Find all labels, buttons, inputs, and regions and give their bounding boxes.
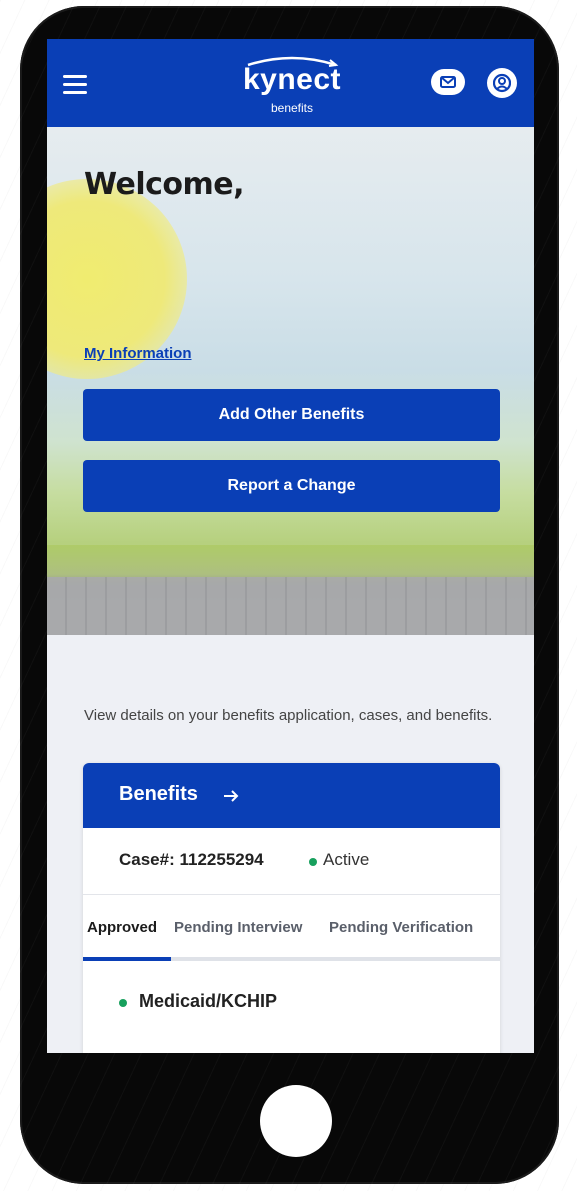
welcome-heading: Welcome,	[84, 167, 245, 202]
add-other-benefits-button[interactable]: Add Other Benefits	[83, 389, 500, 441]
paving-illustration	[47, 577, 534, 635]
tab-approved[interactable]: Approved	[87, 919, 157, 936]
benefit-status-tabs: Approved Pending Interview Pending Verif…	[83, 895, 500, 963]
welcome-hero: Welcome, My Information Add Other Benefi…	[47, 127, 534, 635]
report-a-change-button[interactable]: Report a Change	[83, 460, 500, 512]
mail-icon[interactable]	[431, 69, 465, 95]
menu-icon[interactable]	[63, 75, 87, 94]
benefits-description: View details on your benefits applicatio…	[84, 707, 493, 724]
benefits-card-header[interactable]: Benefits	[83, 763, 500, 828]
tab-active-indicator	[83, 957, 171, 961]
user-icon[interactable]	[487, 68, 517, 98]
case-status: Active	[323, 850, 370, 869]
my-information-link[interactable]: My Information	[84, 345, 192, 362]
benefits-card: Benefits Case#: 112255294 Active Approve…	[83, 763, 500, 1053]
tab-pending-interview[interactable]: Pending Interview	[174, 919, 302, 936]
benefits-card-title: Benefits	[119, 783, 198, 805]
status-dot-icon	[119, 999, 127, 1007]
case-number: Case#: 112255294	[119, 850, 264, 869]
logo-subtitle: benefits	[270, 101, 314, 115]
app-screen: kynect benefits Welcome, My Information …	[47, 39, 534, 1053]
arrow-right-icon	[224, 790, 239, 802]
logo-wordmark: kynect	[242, 63, 342, 96]
status-dot-icon	[309, 858, 317, 866]
app-header: kynect benefits	[47, 39, 534, 127]
home-button[interactable]	[260, 1085, 332, 1157]
case-row: Case#: 112255294 Active	[83, 828, 500, 895]
tab-pending-verification[interactable]: Pending Verification	[329, 919, 473, 936]
kynect-logo[interactable]: kynect benefits	[232, 51, 352, 121]
benefit-label: Medicaid/KCHIP	[139, 991, 278, 1011]
